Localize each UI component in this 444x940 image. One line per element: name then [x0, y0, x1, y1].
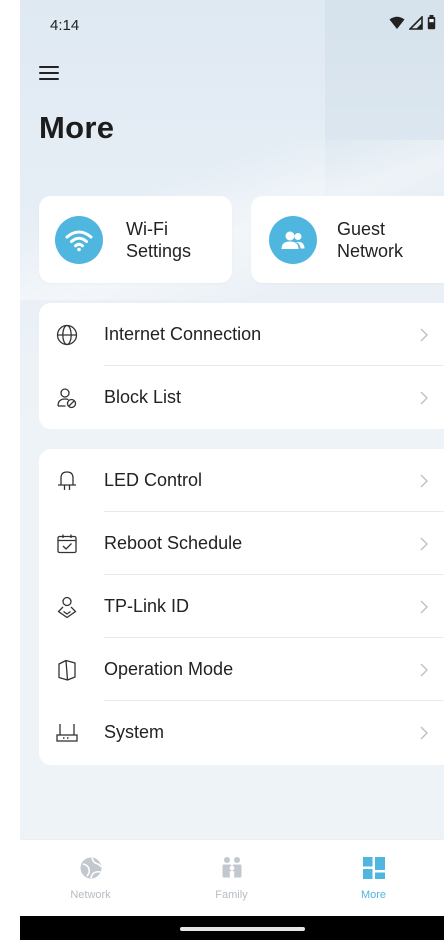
hamburger-menu-icon[interactable]: [39, 64, 63, 84]
led-lamp-icon: [55, 469, 79, 493]
chevron-right-icon: [418, 473, 430, 489]
system-router-icon: [55, 721, 79, 745]
bottom-tab-bar: Network Family More: [20, 839, 444, 917]
tab-more[interactable]: More: [303, 840, 444, 917]
tab-network-label: Network: [70, 889, 111, 901]
wifi-signal-icon: [389, 16, 405, 30]
block-list-label: Block List: [104, 387, 182, 407]
tplink-id-icon: [55, 595, 79, 619]
chevron-right-icon: [418, 327, 430, 343]
chevron-right-icon: [418, 599, 430, 615]
list-group-connection: Internet Connection Block List: [39, 303, 444, 429]
internet-connection-label: Internet Connection: [104, 324, 262, 344]
system-label: System: [104, 722, 165, 742]
calendar-check-icon: [55, 532, 79, 556]
family-icon: [219, 855, 245, 881]
tab-more-label: More: [360, 889, 387, 901]
tab-family[interactable]: Family: [161, 840, 302, 917]
list-item-operation-mode[interactable]: Operation Mode: [39, 638, 444, 701]
status-icons: [389, 15, 436, 30]
chevron-right-icon: [418, 662, 430, 678]
battery-icon: [427, 15, 436, 30]
home-indicator[interactable]: [180, 927, 305, 931]
network-globe-icon: [78, 855, 104, 881]
guest-users-icon: [269, 215, 317, 264]
status-time: 4:14: [50, 17, 80, 34]
list-item-internet-connection[interactable]: Internet Connection: [39, 303, 444, 366]
list-item-tplink-id[interactable]: TP-Link ID: [39, 575, 444, 638]
list-item-reboot-schedule[interactable]: Reboot Schedule: [39, 512, 444, 575]
chevron-right-icon: [418, 725, 430, 741]
wifi-settings-label: Wi-Fi Settings: [126, 218, 192, 261]
chevron-right-icon: [418, 536, 430, 552]
list-item-block-list[interactable]: Block List: [39, 366, 444, 429]
chevron-right-icon: [418, 390, 430, 406]
reboot-schedule-label: Reboot Schedule: [104, 533, 243, 553]
globe-icon: [55, 323, 79, 347]
block-user-icon: [55, 386, 79, 410]
list-group-settings: LED Control Reboot Schedule TP-Link ID O…: [39, 449, 444, 765]
guest-network-card[interactable]: Guest Network: [251, 196, 444, 283]
tplink-id-label: TP-Link ID: [104, 596, 190, 616]
phone-screen: 4:14 More Wi-Fi Settings Guest Network I…: [20, 0, 444, 940]
led-control-label: LED Control: [104, 470, 203, 490]
wifi-settings-card[interactable]: Wi-Fi Settings: [39, 196, 232, 283]
cell-signal-icon: [409, 15, 423, 30]
list-item-system[interactable]: System: [39, 701, 444, 764]
list-item-led-control[interactable]: LED Control: [39, 449, 444, 512]
wifi-icon: [55, 215, 103, 264]
tab-family-label: Family: [215, 889, 248, 901]
map-mode-icon: [55, 658, 79, 682]
operation-mode-label: Operation Mode: [104, 659, 234, 679]
tab-network[interactable]: Network: [20, 840, 161, 917]
guest-network-label: Guest Network: [337, 218, 404, 261]
system-navigation-bar: [20, 916, 444, 940]
page-title: More: [39, 110, 115, 145]
more-grid-icon: [361, 855, 387, 881]
status-bar: 4:14: [20, 0, 444, 50]
